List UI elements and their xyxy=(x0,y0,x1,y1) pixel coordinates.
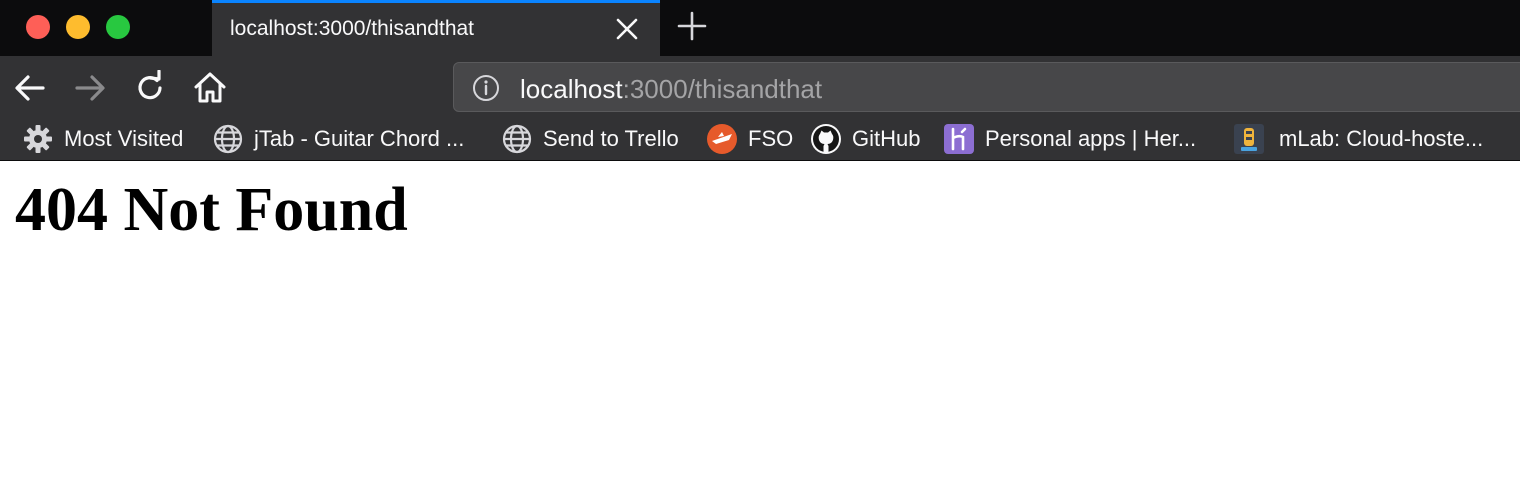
fso-icon xyxy=(707,124,737,154)
gear-icon xyxy=(24,125,52,153)
url-host: localhost xyxy=(520,74,623,104)
bookmark-github[interactable]: GitHub xyxy=(810,123,920,155)
window-maximize-button[interactable] xyxy=(106,15,130,39)
address-bar[interactable]: localhost:3000/thisandthat xyxy=(453,62,1520,112)
bookmark-label: Send to Trello xyxy=(543,126,679,151)
tab-title: localhost:3000/thisandthat xyxy=(230,17,475,40)
bookmark-heroku[interactable]: Personal apps | Her... xyxy=(943,123,1196,155)
forward-arrow-icon[interactable] xyxy=(72,70,108,106)
url-text[interactable]: localhost:3000/thisandthat xyxy=(520,74,822,105)
mlab-icon xyxy=(1234,124,1264,154)
page-content: 404 Not Found xyxy=(0,161,1520,496)
tab-strip: localhost:3000/thisandthat xyxy=(0,0,1520,56)
bookmark-label: Personal apps | Her... xyxy=(985,126,1197,151)
bookmark-most-visited[interactable]: Most Visited xyxy=(22,123,183,155)
bookmark-label: FSO xyxy=(748,126,794,151)
bookmarks-toolbar: Most Visited jTab - Guitar Chord ... Sen… xyxy=(0,118,1520,161)
bookmark-jtab[interactable]: jTab - Guitar Chord ... xyxy=(212,123,464,155)
heroku-icon xyxy=(944,124,974,154)
bookmark-label: Most Visited xyxy=(64,126,184,151)
page-heading: 404 Not Found xyxy=(15,176,408,244)
reload-icon[interactable] xyxy=(132,70,168,106)
new-tab-plus-icon[interactable] xyxy=(676,10,708,42)
url-path: :3000/thisandthat xyxy=(622,74,823,104)
tab-active[interactable]: localhost:3000/thisandthat xyxy=(212,0,660,56)
github-icon xyxy=(811,124,841,154)
back-arrow-icon[interactable] xyxy=(12,70,48,106)
home-icon[interactable] xyxy=(192,70,228,106)
bookmark-label: GitHub xyxy=(852,126,921,151)
info-icon[interactable] xyxy=(472,74,500,102)
bookmark-label: mLab: Cloud-hoste... xyxy=(1279,126,1484,151)
browser-chrome: localhost:3000/thisandthat localhost:300… xyxy=(0,0,1520,161)
close-icon[interactable] xyxy=(614,16,640,42)
bookmark-fso[interactable]: FSO xyxy=(706,123,793,155)
window-close-button[interactable] xyxy=(26,15,50,39)
window-minimize-button[interactable] xyxy=(66,15,90,39)
globe-icon xyxy=(213,124,243,154)
globe-icon xyxy=(502,124,532,154)
navigation-toolbar: localhost:3000/thisandthat xyxy=(0,56,1520,118)
bookmark-send-to-trello[interactable]: Send to Trello xyxy=(501,123,679,155)
bookmark-label: jTab - Guitar Chord ... xyxy=(254,126,465,151)
bookmark-mlab[interactable]: mLab: Cloud-hoste... xyxy=(1233,123,1483,155)
